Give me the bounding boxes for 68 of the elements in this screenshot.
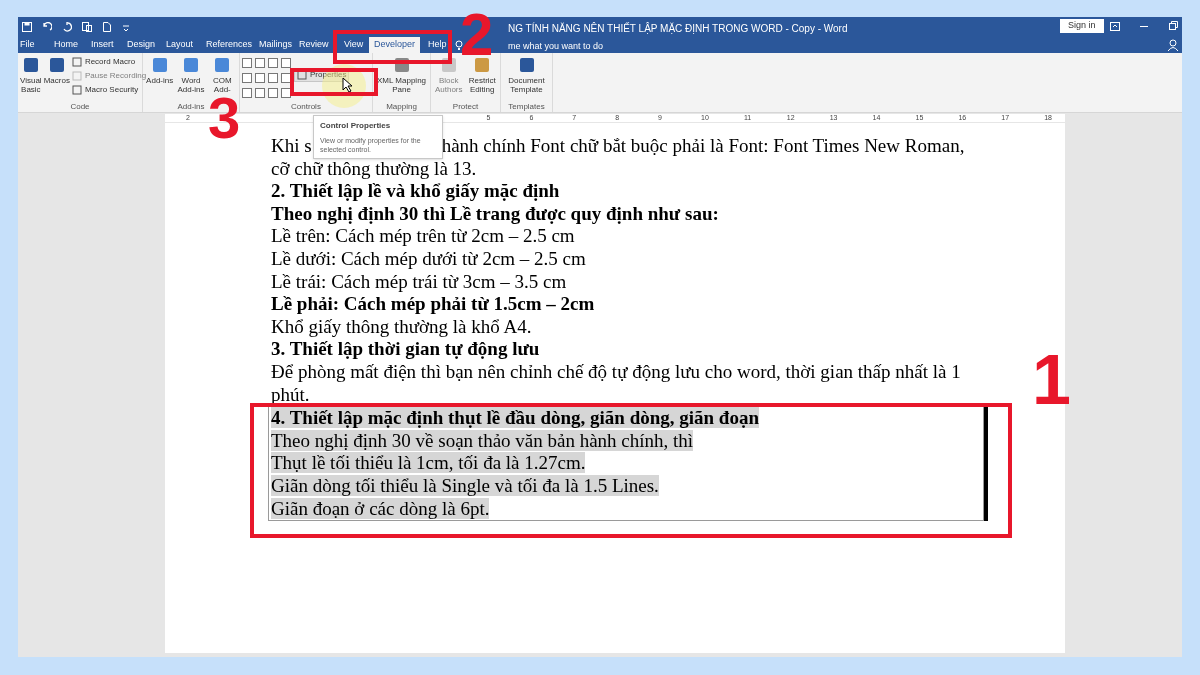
heading-text: 2. Thiết lập lề và khổ giấy mặc định bbox=[271, 180, 560, 202]
step-number: 1 bbox=[1032, 345, 1071, 415]
lightbulb-icon[interactable] bbox=[455, 40, 463, 51]
ribbon-icon[interactable] bbox=[47, 56, 66, 74]
ribbon-icon[interactable] bbox=[71, 57, 82, 67]
minimize-icon[interactable] bbox=[1140, 26, 1148, 28]
body-text: Để phòng mất điện thì bạn nên chỉnh chế độ tự động lưu cho word, thời gian thấp nhất là 1 phút. bbox=[271, 360, 961, 405]
ribbon-tab[interactable]: Developer bbox=[369, 37, 421, 53]
sign-in-button[interactable]: Sign in bbox=[1060, 19, 1104, 33]
ribbon-icon[interactable] bbox=[297, 70, 307, 80]
body-text: hành chính Font chữ bắt buộc phải là Font: Font Times New Roman, bbox=[441, 135, 965, 156]
tooltip-title: Control Properties bbox=[320, 120, 392, 132]
window-title: NG TÍNH NĂNG NÊN THIẾT LẬP MẶC ĐỊNH TRONG WORD - Copy - Word bbox=[508, 21, 848, 36]
undo-icon[interactable] bbox=[42, 22, 52, 32]
ribbon-button[interactable]: Add-ins bbox=[145, 56, 175, 101]
ribbon-icon[interactable] bbox=[213, 56, 232, 74]
body-text: Giãn đoạn ở các dòng là 6pt. bbox=[271, 497, 490, 519]
ribbon-tab[interactable]: Design bbox=[122, 37, 160, 53]
group-label: Templates bbox=[508, 101, 545, 112]
ribbon-tab[interactable]: Insert bbox=[86, 37, 119, 53]
body-text: cỡ chữ thông thường là 13. bbox=[271, 157, 477, 179]
ribbon-display-icon[interactable] bbox=[1110, 22, 1120, 31]
copy-icon[interactable] bbox=[82, 22, 92, 32]
ribbon-icon[interactable] bbox=[517, 56, 536, 74]
ribbon-tab[interactable]: Help bbox=[423, 37, 452, 53]
group-label: Mapping bbox=[386, 101, 417, 112]
heading-text: Lề phải: Cách mép phải từ 1.5cm – 2cm bbox=[271, 293, 595, 315]
step-number: 2 bbox=[460, 12, 494, 58]
save-icon[interactable] bbox=[22, 22, 32, 32]
ribbon-icon[interactable] bbox=[150, 56, 169, 74]
body-text: Theo nghị định 30 về soạn thảo văn bản hành chính, thì bbox=[271, 429, 694, 451]
ribbon-button[interactable]: Document Template bbox=[503, 56, 550, 101]
ribbon-button[interactable]: Restrict Editing bbox=[466, 56, 498, 101]
ribbon-tab[interactable]: View bbox=[339, 37, 369, 53]
ribbon-button[interactable]: Macros bbox=[43, 56, 70, 101]
ribbon-button[interactable]: Macro Security bbox=[71, 84, 147, 96]
customize-icon[interactable] bbox=[122, 22, 130, 32]
ribbon-icon[interactable] bbox=[71, 85, 82, 95]
body-text: Khổ giấy thông thường là khổ A4. bbox=[271, 315, 532, 337]
ribbon-button[interactable]: Record Macro bbox=[71, 56, 147, 68]
body-text: Lề trên: Cách mép trên từ 2cm – 2.5 cm bbox=[271, 225, 575, 247]
ribbon-icon[interactable] bbox=[21, 56, 40, 74]
ribbon-tab[interactable]: Home bbox=[49, 37, 83, 53]
body-text: Lề dưới: Cách mép dưới từ 2cm – 2.5 cm bbox=[271, 247, 586, 269]
pointer-icon[interactable] bbox=[342, 77, 353, 93]
body-text: Thụt lề tối thiểu là 1cm, tối đa là 1.27cm. bbox=[271, 452, 586, 474]
group-label: Add-ins bbox=[177, 101, 205, 112]
person-icon[interactable] bbox=[1168, 39, 1179, 51]
new-document-icon[interactable] bbox=[102, 22, 112, 32]
group-label: Protect bbox=[452, 101, 479, 112]
group-label: Code bbox=[70, 101, 90, 112]
body-text: Khi s bbox=[271, 135, 312, 156]
group-label: Controls bbox=[291, 101, 321, 112]
tell-me-field[interactable]: me what you want to do bbox=[508, 40, 604, 54]
body-text: Lề trái: Cách mép trái từ 3cm – 3.5 cm bbox=[271, 270, 567, 292]
ribbon-tab[interactable]: File bbox=[15, 37, 40, 53]
ribbon-button[interactable]: Visual Basic bbox=[20, 56, 42, 101]
ribbon-tab[interactable]: Review bbox=[294, 37, 334, 53]
body-text: Giãn dòng tối thiểu là Single và tối đa là 1.5 Lines. bbox=[271, 474, 659, 496]
step-number: 3 bbox=[208, 96, 241, 140]
ribbon-icon[interactable] bbox=[182, 56, 200, 74]
redo-icon[interactable] bbox=[62, 22, 72, 32]
heading-text: 3. Thiết lập thời gian tự động lưu bbox=[271, 338, 540, 360]
restore-icon[interactable] bbox=[1169, 21, 1178, 30]
heading-text: Theo nghị định 30 thì Lề trang được quy định như sau: bbox=[271, 202, 719, 224]
ribbon-tab[interactable]: Layout bbox=[161, 37, 199, 53]
ribbon-button[interactable]: Word Add-ins bbox=[176, 56, 206, 101]
heading-text: 4. Thiết lập mặc định thụt lề đầu dòng, giãn dòng, giãn đoạn bbox=[271, 407, 759, 429]
